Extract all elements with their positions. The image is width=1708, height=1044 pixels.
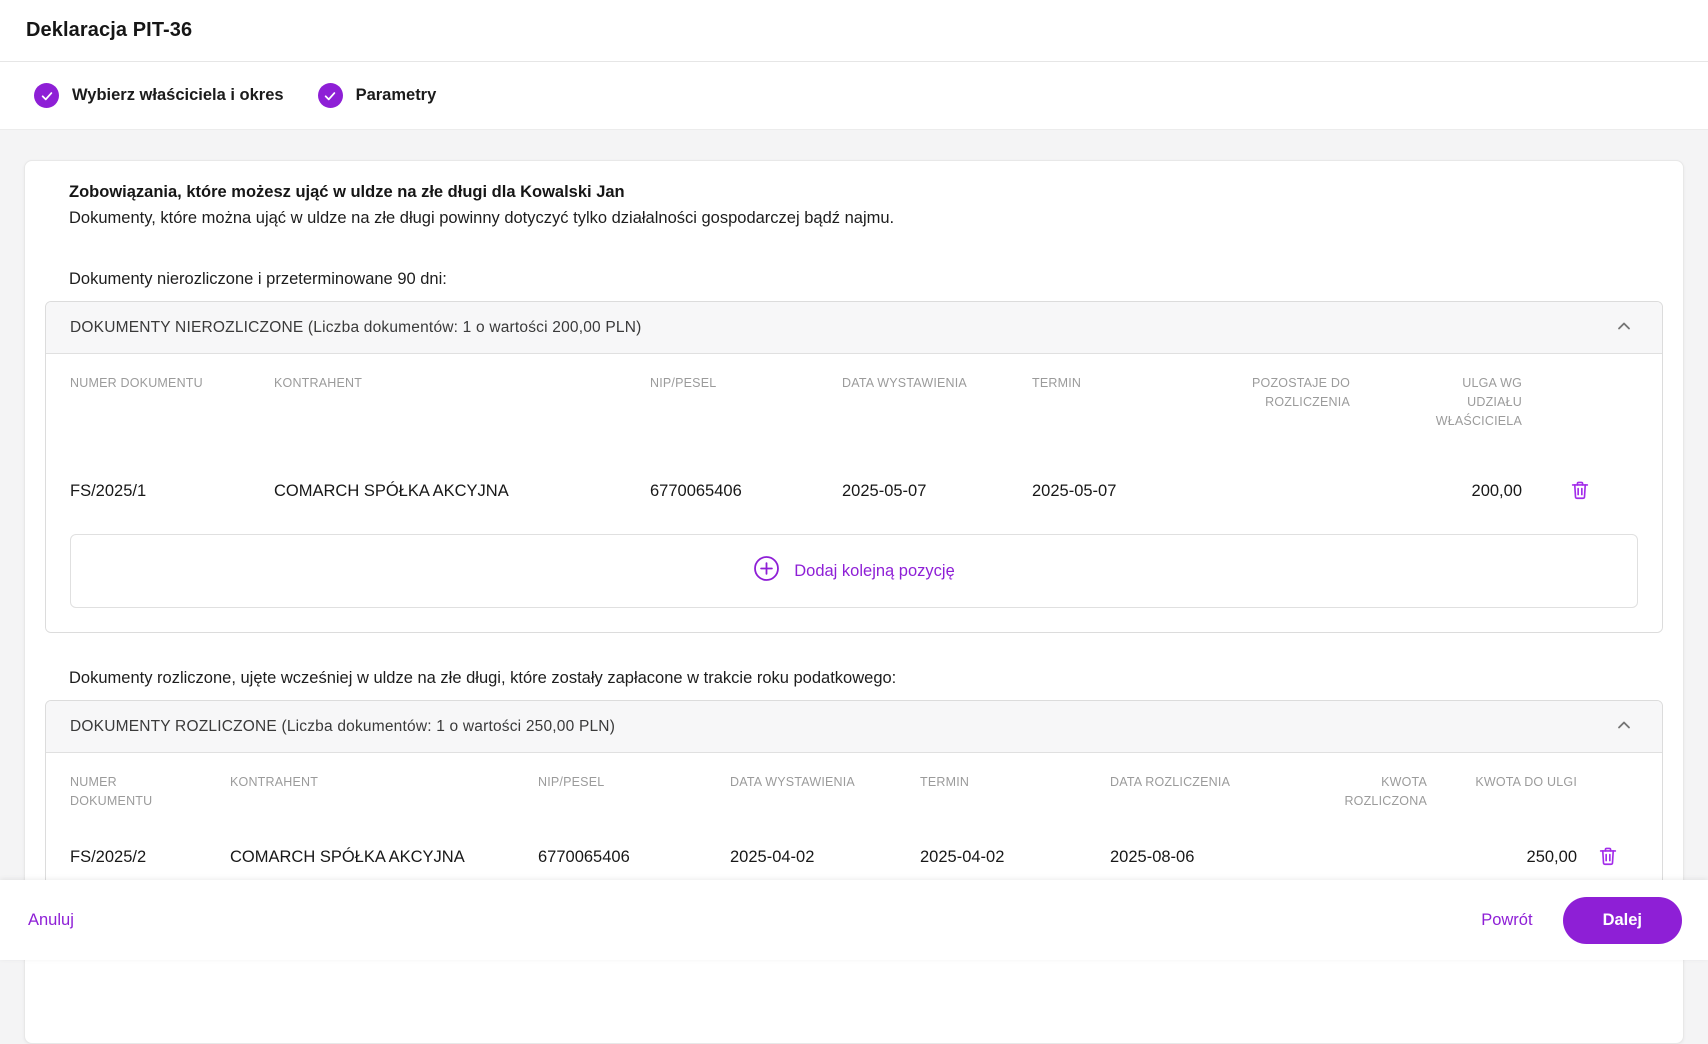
page-heading: Zobowiązania, które możesz ująć w uldze … <box>69 183 625 201</box>
panel1-header[interactable]: DOKUMENTY NIEROZLICZONE (Liczba dokument… <box>46 302 1662 354</box>
title-bar: Deklaracja PIT-36 <box>0 0 1708 62</box>
section2-label: Dokumenty rozliczone, ujęte wcześniej w … <box>69 669 897 687</box>
wizard-steps: Wybierz właściciela i okres Parametry <box>0 62 1708 130</box>
add-position-label: Dodaj kolejną pozycję <box>794 561 955 580</box>
col-header-kwota-rozliczona: KWOTA ROZLICZONA <box>1344 775 1427 808</box>
col-header-kontrahent: KONTRAHENT <box>230 775 319 789</box>
table2-header-row: NUMER DOKUMENTU KONTRAHENT NIP/PESEL DAT… <box>70 773 1638 811</box>
section1-label: Dokumenty nierozliczone i przeterminowan… <box>69 270 447 288</box>
cell-numer-dokumentu: FS/2025/1 <box>70 482 147 500</box>
cell-kwota-do-ulgi: 250,00 <box>1526 848 1577 866</box>
collapse-button[interactable] <box>1610 312 1638 343</box>
next-button[interactable]: Dalej <box>1562 896 1682 944</box>
chevron-up-icon <box>1614 715 1634 738</box>
page-subheading: Dokumenty, które można ująć w uldze na z… <box>69 209 895 227</box>
step-parametry[interactable]: Parametry <box>317 83 437 108</box>
delete-row-button[interactable] <box>1567 477 1593 506</box>
collapse-button[interactable] <box>1610 711 1638 742</box>
panel1-title: DOKUMENTY NIEROZLICZONE (Liczba dokument… <box>70 318 642 336</box>
cell-ulga: 200,00 <box>1471 482 1522 500</box>
step-label: Parametry <box>355 86 437 104</box>
col-header-nip-pesel: NIP/PESEL <box>538 775 605 789</box>
col-header-termin: TERMIN <box>920 775 970 789</box>
cell-kontrahent: COMARCH SPÓŁKA AKCYJNA <box>230 848 465 866</box>
col-header-data-wystawienia: DATA WYSTAWIENIA <box>842 376 967 390</box>
panel1-body: NUMER DOKUMENTU KONTRAHENT NIP/PESEL DAT… <box>46 354 1662 632</box>
check-icon <box>317 83 343 108</box>
col-header-kontrahent: KONTRAHENT <box>274 376 363 390</box>
cell-data-wystawienia: 2025-04-02 <box>730 848 815 866</box>
col-header-numer-dokumentu: NUMER DOKUMENTU <box>70 775 153 808</box>
step-wybierz-wlasciciela[interactable]: Wybierz właściciela i okres <box>34 83 284 108</box>
plus-circle-icon <box>753 555 780 587</box>
panel2-title: DOKUMENTY ROZLICZONE (Liczba dokumentów:… <box>70 717 616 735</box>
delete-row-button[interactable] <box>1595 843 1621 872</box>
cell-termin: 2025-05-07 <box>1032 482 1117 500</box>
cell-termin: 2025-04-02 <box>920 848 1005 866</box>
col-header-pozostaje-do-rozliczenia: POZOSTAJE DO ROZLICZENIA <box>1251 376 1350 409</box>
panel-dokumenty-nierozliczone: DOKUMENTY NIEROZLICZONE (Liczba dokument… <box>45 301 1663 633</box>
col-header-ulga-wg-udzialu: ULGA WG UDZIAŁU WŁAŚCICIELA <box>1435 376 1522 428</box>
back-button[interactable]: Powrót <box>1479 905 1534 936</box>
trash-icon <box>1569 479 1591 504</box>
cell-nip-pesel: 6770065406 <box>538 848 630 866</box>
panel2-header[interactable]: DOKUMENTY ROZLICZONE (Liczba dokumentów:… <box>46 701 1662 753</box>
check-icon <box>34 83 59 108</box>
action-bar: Anuluj Powrót Dalej <box>0 880 1708 960</box>
col-header-numer-dokumentu: NUMER DOKUMENTU <box>70 376 203 390</box>
table-row: FS/2025/1 COMARCH SPÓŁKA AKCYJNA 6770065… <box>70 457 1638 514</box>
col-header-termin: TERMIN <box>1032 376 1082 390</box>
col-header-data-rozliczenia: DATA ROZLICZENIA <box>1110 775 1231 789</box>
cell-nip-pesel: 6770065406 <box>650 482 742 500</box>
step-label: Wybierz właściciela i okres <box>72 86 284 104</box>
cell-kontrahent: COMARCH SPÓŁKA AKCYJNA <box>274 482 509 500</box>
cell-numer-dokumentu: FS/2025/2 <box>70 848 147 866</box>
chevron-up-icon <box>1614 316 1634 339</box>
cancel-button[interactable]: Anuluj <box>26 905 76 936</box>
col-header-data-wystawienia: DATA WYSTAWIENIA <box>730 775 855 789</box>
col-header-nip-pesel: NIP/PESEL <box>650 376 717 390</box>
table1-header-row: NUMER DOKUMENTU KONTRAHENT NIP/PESEL DAT… <box>70 374 1638 431</box>
col-header-kwota-do-ulgi: KWOTA DO ULGI <box>1475 775 1577 789</box>
trash-icon <box>1597 845 1619 870</box>
add-row-container: Dodaj kolejną pozycję <box>70 534 1638 608</box>
page-title: Deklaracja PIT-36 <box>26 19 193 41</box>
add-position-button[interactable]: Dodaj kolejną pozycję <box>747 554 961 588</box>
cell-data-rozliczenia: 2025-08-06 <box>1110 848 1195 866</box>
cell-data-wystawienia: 2025-05-07 <box>842 482 927 500</box>
